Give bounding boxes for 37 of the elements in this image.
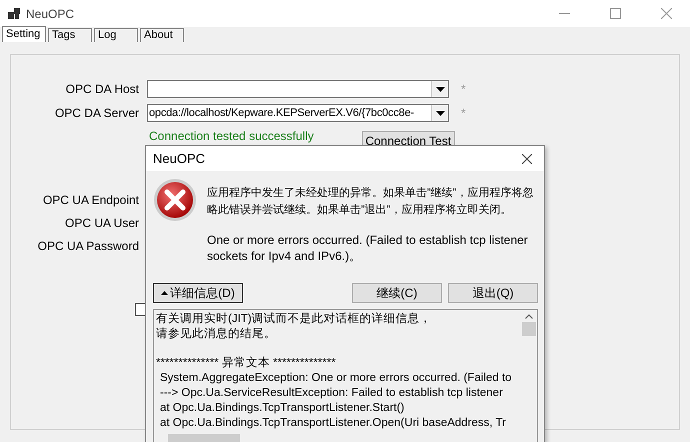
field-label: OPC DA Host xyxy=(64,82,139,96)
details-line: at Opc.Ua.Bindings.TcpTransportListener.Open(Uri baseAddress, Tr xyxy=(159,416,508,431)
field-label: OPC UA Password xyxy=(36,239,139,253)
details-line: at Opc.Ua.Bindings.TcpTransportListener.Start() xyxy=(159,401,406,416)
dropdown-field[interactable]: opcda://localhost/Kepware.KEPServerEX.V6/{7bc0cc8e- xyxy=(147,104,449,122)
status-message: Connection tested successfully xyxy=(149,129,314,143)
details-line: 请参见此消息的结尾。 xyxy=(156,327,277,342)
required-mark: * xyxy=(460,82,467,96)
dialog-button[interactable]: 继续(C) xyxy=(352,283,442,303)
maximize-icon[interactable] xyxy=(610,8,621,19)
dialog-button[interactable]: 退出(Q) xyxy=(448,283,538,303)
field-label: OPC UA Endpoint xyxy=(42,193,139,207)
tab[interactable]: Tags xyxy=(48,28,92,42)
error-detail-message: One or more errors occurred. (Failed to establish tcp listener sockets for Ipv4 and IPv6.)。 xyxy=(207,232,529,264)
required-mark: * xyxy=(460,106,467,120)
app-icon xyxy=(8,8,20,19)
tab[interactable]: Log xyxy=(94,28,138,42)
dialog-title: NeuOPC xyxy=(153,151,206,166)
details-line: 有关调用实时(JIT)调试而不是此对话框的详细信息， xyxy=(156,312,433,327)
error-message: 应用程序中发生了未经处理的异常。如果单击”继续”，应用程序将忽略此错误并尝试继续。如果单击”退出”，应用程序将立即关闭。 xyxy=(207,186,534,218)
details-button[interactable]: 详细信息(D) xyxy=(153,283,243,303)
close-icon[interactable] xyxy=(522,154,532,164)
tab[interactable]: Setting xyxy=(2,26,46,42)
scroll-thumb[interactable] xyxy=(522,322,536,336)
details-line: ************** 异常文本 ************** xyxy=(156,356,337,371)
caret-icon xyxy=(161,291,168,295)
error-icon xyxy=(153,178,197,222)
dropdown-field[interactable] xyxy=(147,80,449,98)
scroll-up-icon[interactable] xyxy=(524,314,532,319)
details-line: System.AggregateException: One or more errors occurred. (Failed to xyxy=(159,371,513,386)
field-label: OPC UA User xyxy=(64,216,139,230)
caret-icon xyxy=(436,86,444,92)
caret-icon xyxy=(436,110,444,116)
details-line: ---> Opc.Ua.ServiceResultException: Failed to establish tcp listener xyxy=(159,386,504,401)
tab[interactable]: About xyxy=(140,28,184,42)
window-title: NeuOPC xyxy=(26,6,74,20)
field-label: OPC DA Server xyxy=(54,106,139,120)
